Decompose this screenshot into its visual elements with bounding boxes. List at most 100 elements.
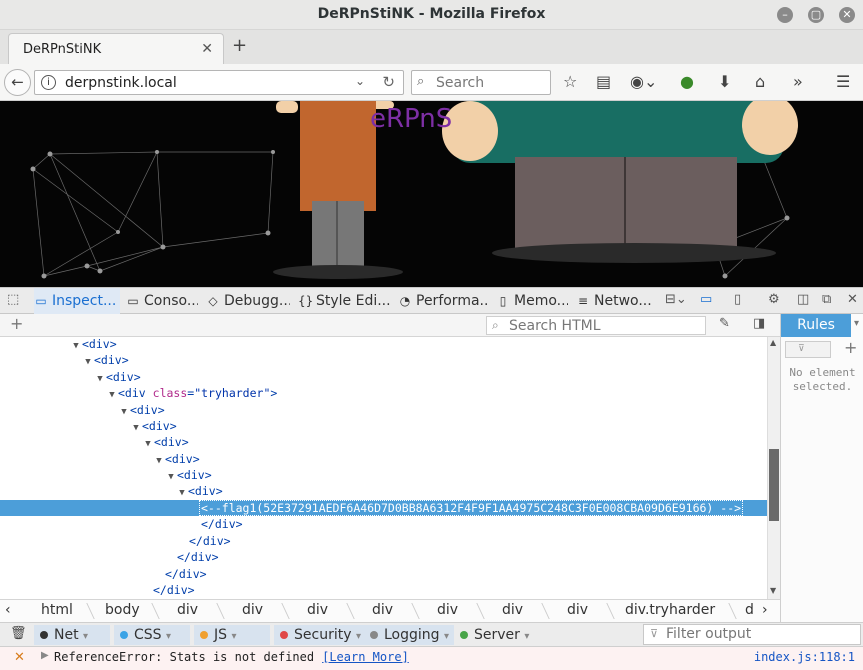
search-html-input[interactable]: ⌕ Search HTML <box>486 316 706 335</box>
filter-server[interactable]: Server ▾ <box>454 625 534 645</box>
learn-more-link[interactable]: [Learn More] <box>322 650 409 664</box>
markup-node-tryharder[interactable]: ▼ <div class="tryharder"> <box>0 385 767 401</box>
add-rule-icon[interactable]: + <box>844 338 857 357</box>
expand-twisty-icon[interactable]: ▼ <box>106 387 118 403</box>
source-location-link[interactable]: index.js:118:1 <box>754 650 855 664</box>
pick-element-icon[interactable]: ⬚ <box>7 292 19 307</box>
markup-node-close[interactable]: </div> <box>0 582 767 598</box>
markup-node[interactable]: ▼ <div> <box>0 434 767 450</box>
markup-node[interactable]: ▼ <div> <box>0 451 767 467</box>
tab-title: DeRPnStiNK <box>23 42 102 57</box>
close-window-icon[interactable]: ✕ <box>839 7 855 23</box>
breadcrumb-item[interactable]: div <box>242 602 263 618</box>
split-console-icon[interactable]: ⊟⌄ <box>665 292 687 307</box>
breadcrumb-item[interactable]: html <box>41 602 73 618</box>
responsive-mode-icon[interactable]: ▯ <box>734 292 741 307</box>
filter-net[interactable]: Net ▾ <box>34 625 110 645</box>
filter-security[interactable]: Security ▾ <box>274 625 364 645</box>
chevron-down-icon[interactable]: ▾ <box>854 318 859 329</box>
breadcrumb-item[interactable]: div <box>437 602 458 618</box>
scratchpad-icon[interactable]: ▭ <box>700 292 712 307</box>
markup-node-close[interactable]: </div> <box>0 566 767 582</box>
markup-node-close[interactable]: </div> <box>0 549 767 565</box>
close-tab-icon[interactable]: ✕ <box>201 41 213 57</box>
tag-text: </div> <box>201 517 243 531</box>
breadcrumb-scroll-left-icon[interactable]: ‹ <box>5 602 11 618</box>
tag-text: <div> <box>188 484 223 498</box>
close-devtools-icon[interactable]: ✕ <box>847 292 858 307</box>
eyedropper-icon[interactable]: ✎ <box>719 316 730 331</box>
bookmark-star-icon[interactable]: ☆ <box>563 72 577 91</box>
markup-node[interactable]: ▼ <div> <box>0 369 767 385</box>
tab-console[interactable]: ▭ Conso... <box>126 288 198 314</box>
home-icon[interactable]: ⌂ <box>755 72 765 91</box>
breadcrumb-item[interactable]: d <box>745 602 754 618</box>
downloads-icon[interactable]: ⬇ <box>718 72 731 91</box>
addon-icon[interactable]: ◉⌄ <box>630 72 657 91</box>
url-bar[interactable]: i derpnstink.local ⌄ ↻ <box>34 70 404 95</box>
toggle-sidebar-icon[interactable]: ◨ <box>753 316 765 331</box>
undock-icon[interactable]: ⧉ <box>822 292 831 307</box>
tab-memory[interactable]: ▯ Memo... <box>496 288 568 314</box>
breadcrumb-item[interactable]: div <box>372 602 393 618</box>
url-text[interactable]: derpnstink.local <box>65 75 177 91</box>
scroll-up-icon[interactable]: ▲ <box>770 338 776 347</box>
breadcrumb-item[interactable]: div <box>177 602 198 618</box>
trash-icon[interactable]: 🗑 <box>10 626 27 641</box>
tab-network[interactable]: ≡ Netwo... <box>576 288 652 314</box>
filter-css[interactable]: CSS ▾ <box>114 625 190 645</box>
rules-filter-input[interactable]: ⊽ <box>785 341 831 358</box>
expand-twisty-icon[interactable]: ▼ <box>82 354 94 370</box>
console-error-row[interactable]: ✕ ▶ ReferenceError: Stats is not defined… <box>0 647 863 670</box>
new-tab-icon[interactable]: + <box>232 35 247 56</box>
markup-node[interactable]: ▼ <div> <box>0 402 767 418</box>
markup-node[interactable]: ▼ <div> <box>0 352 767 368</box>
markup-node[interactable]: ▼ <div> <box>0 483 767 499</box>
chevron-down-icon[interactable]: ⌄ <box>355 74 365 88</box>
markup-node-close[interactable]: </div> <box>0 516 767 532</box>
markup-node[interactable]: ▼ <div> <box>0 467 767 483</box>
breadcrumb-item[interactable]: div <box>307 602 328 618</box>
tab-performance[interactable]: ◔ Performa... <box>398 288 488 314</box>
expand-twisty-icon[interactable]: ▼ <box>142 436 154 452</box>
tab-debugger[interactable]: ◇ Debugg... <box>206 288 290 314</box>
breadcrumb-item[interactable]: body <box>105 602 140 618</box>
add-node-icon[interactable]: + <box>10 314 23 333</box>
tab-rules[interactable]: Rules <box>781 314 851 337</box>
filter-icon: ⊽ <box>650 627 659 640</box>
reload-icon[interactable]: ↻ <box>382 73 395 91</box>
search-bar[interactable]: ⌕ Search <box>411 70 551 95</box>
menu-icon[interactable]: ☰ <box>836 72 850 91</box>
maximize-icon[interactable]: ▢ <box>808 7 824 23</box>
dock-side-icon[interactable]: ◫ <box>797 292 809 307</box>
settings-gear-icon[interactable]: ⚙ <box>768 292 780 307</box>
tab-style-editor[interactable]: {} Style Edi... <box>298 288 390 314</box>
markup-node[interactable]: ▼ <div> <box>0 418 767 434</box>
markup-scrollbar[interactable]: ▲ ▼ <box>767 337 780 599</box>
scrollbar-thumb[interactable] <box>769 449 779 521</box>
site-info-icon[interactable]: i <box>41 75 56 90</box>
browser-tab[interactable]: DeRPnStiNK ✕ <box>8 33 224 64</box>
markup-node-selected-comment[interactable]: <--flag1(52E37291AEDF6A46D7D0BB8A6312F4F… <box>0 500 767 516</box>
breadcrumb-item[interactable]: div.tryharder <box>625 602 715 618</box>
minimize-icon[interactable]: – <box>777 7 793 23</box>
expand-twisty-icon[interactable]: ▼ <box>176 485 188 501</box>
breadcrumb-item[interactable]: div <box>567 602 588 618</box>
reading-list-icon[interactable]: ▤ <box>596 72 611 91</box>
scroll-down-icon[interactable]: ▼ <box>770 586 776 595</box>
markup-node[interactable]: ▼ <div> <box>0 337 767 352</box>
overflow-icon[interactable]: » <box>793 72 803 91</box>
breadcrumb-scroll-right-icon[interactable]: › <box>762 602 768 618</box>
expand-arrow-icon[interactable]: ▶ <box>41 650 49 661</box>
filter-output-input[interactable]: ⊽ Filter output <box>643 624 861 645</box>
filter-js[interactable]: JS ▾ <box>194 625 270 645</box>
extension-icon[interactable]: ● <box>680 72 694 91</box>
filter-logging[interactable]: Logging ▾ <box>364 625 454 645</box>
breadcrumb-item[interactable]: div <box>502 602 523 618</box>
tab-inspector[interactable]: ▭ Inspect... <box>34 288 120 314</box>
markup-node-close[interactable]: </div> <box>0 533 767 549</box>
tag-text: <div> <box>106 370 141 384</box>
search-icon: ⌕ <box>492 318 499 332</box>
markup-tree[interactable]: ▼ <div> ▼ <div> ▼ <div> ▼ <div class="tryhar… <box>0 337 767 599</box>
back-button[interactable]: ← <box>4 69 31 96</box>
